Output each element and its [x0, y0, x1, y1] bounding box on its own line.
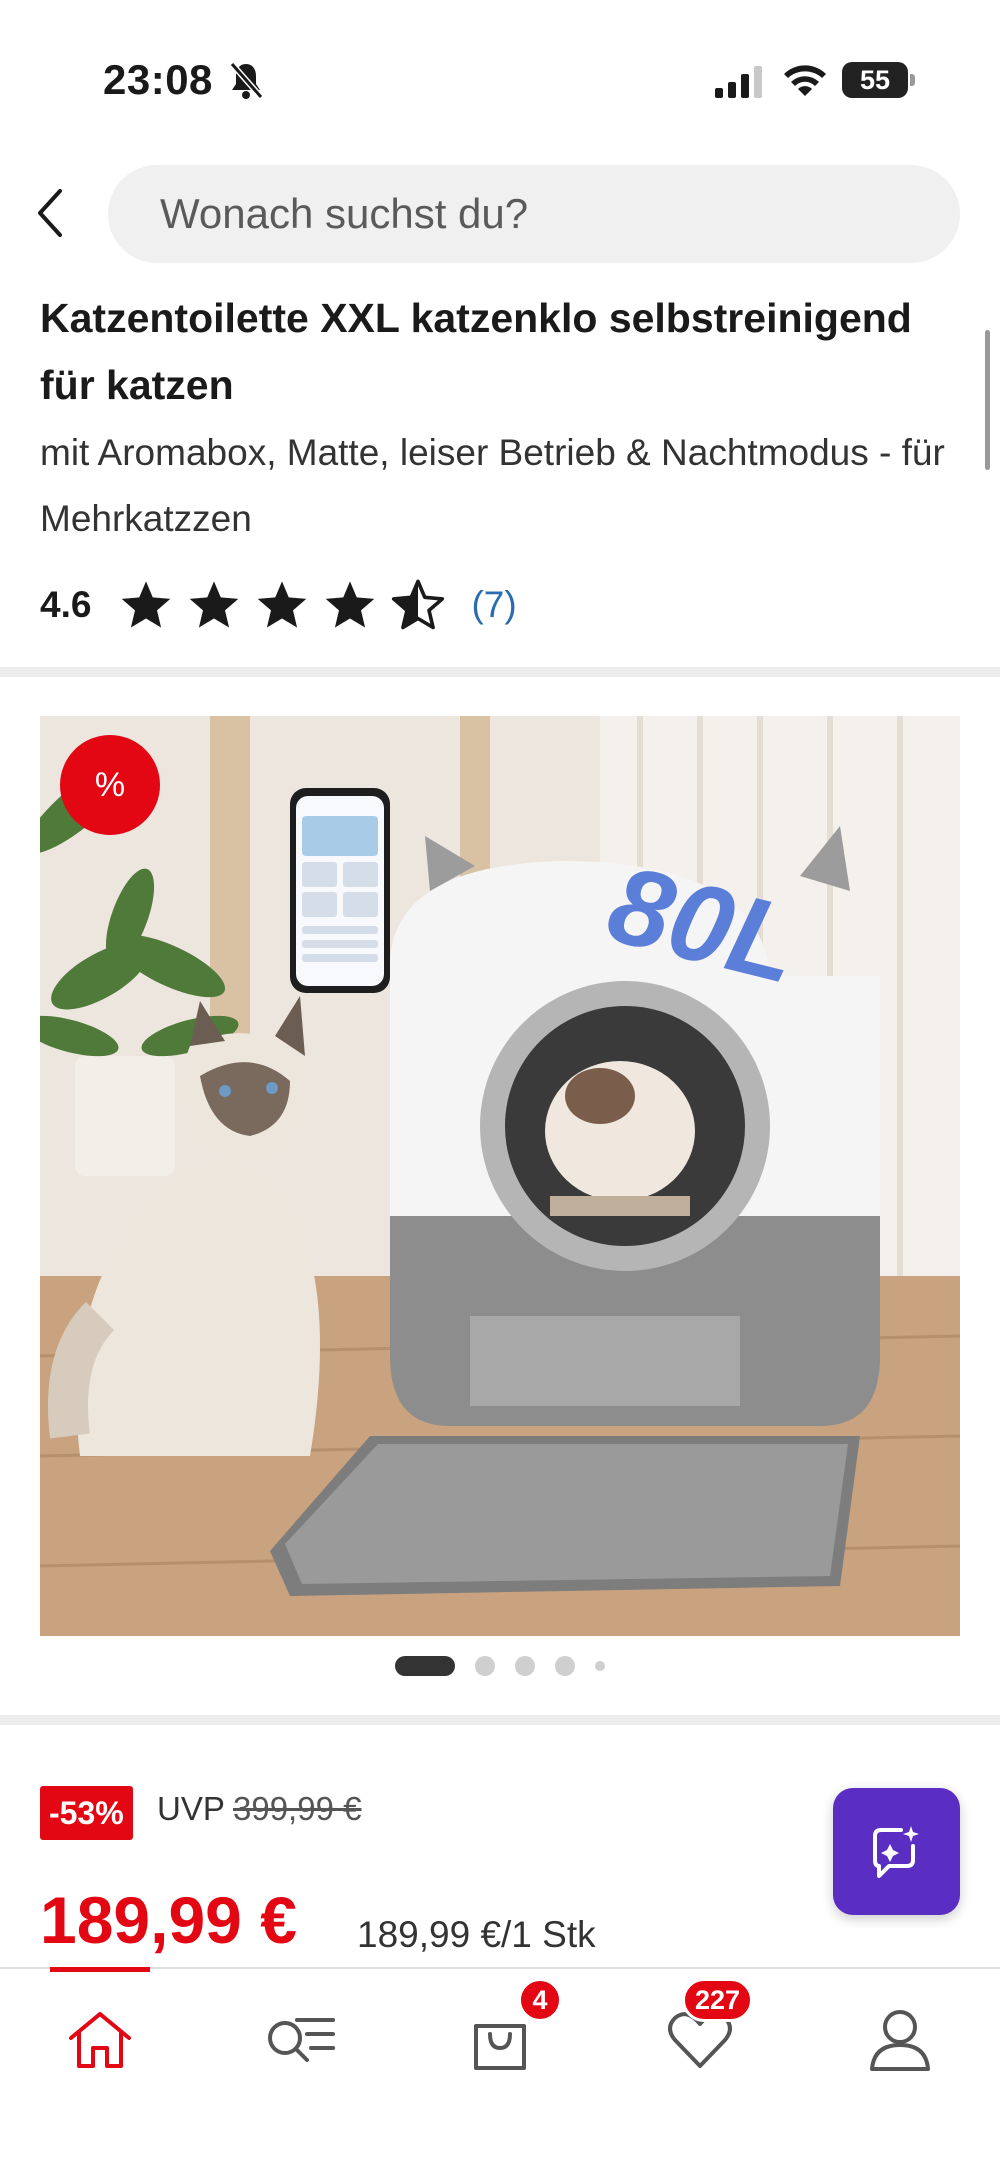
nav-account[interactable]	[860, 2000, 940, 2080]
product-title: Katzentoilette XXL katzenklo selbstreini…	[40, 295, 912, 408]
user-icon	[870, 2010, 930, 2071]
carousel-dot[interactable]	[475, 1656, 495, 1676]
wishlist-count-badge: 227	[682, 1978, 754, 2022]
status-time: 23:08	[103, 56, 213, 103]
nav-home[interactable]	[60, 2000, 140, 2080]
search-bar[interactable]	[108, 165, 960, 263]
current-price: 189,99 €	[40, 1883, 297, 1957]
review-count-link[interactable]: (7)	[471, 584, 516, 626]
scroll-indicator	[985, 330, 990, 470]
star-full-icon	[190, 581, 239, 628]
back-chevron-icon[interactable]	[32, 185, 68, 241]
litter-box-photo: 80L	[40, 716, 960, 1636]
discount-badge: -53%	[40, 1786, 133, 1840]
product-subtitle: mit Aromabox, Matte, leiser Betrieb & Na…	[40, 432, 945, 539]
search-list-icon	[268, 2018, 335, 2062]
active-tab-indicator	[50, 1967, 150, 1972]
search-input[interactable]	[160, 190, 960, 238]
star-rating	[119, 578, 445, 632]
carousel-dot[interactable]	[515, 1656, 535, 1676]
star-full-icon	[122, 581, 171, 628]
carousel-dot[interactable]	[395, 1656, 455, 1676]
section-divider	[0, 1715, 1000, 1725]
cell-signal-icon	[715, 66, 762, 98]
star-full-icon	[326, 581, 375, 628]
chat-sparkle-icon	[872, 1825, 919, 1878]
cart-count-badge: 4	[518, 1978, 562, 2022]
status-bar: 23:08 55	[0, 0, 1000, 160]
shopping-bag-icon	[474, 2024, 526, 2070]
bell-muted-icon	[229, 62, 264, 99]
rating-row[interactable]: 4.6 (7)	[40, 575, 517, 635]
carousel-dot[interactable]	[595, 1661, 605, 1671]
home-icon	[69, 2012, 131, 2068]
unit-price: 189,99 €/1 Stk	[357, 1914, 596, 1955]
carousel-dot[interactable]	[555, 1656, 575, 1676]
ai-assistant-button[interactable]	[833, 1788, 960, 1915]
star-half-icon	[392, 579, 445, 630]
uvp-label: UVP	[157, 1790, 225, 1827]
section-divider	[0, 667, 1000, 677]
product-image[interactable]: 80L	[40, 716, 960, 1636]
star-full-icon	[258, 581, 307, 628]
nav-categories[interactable]	[260, 2000, 340, 2080]
image-carousel-dots[interactable]	[0, 1656, 1000, 1676]
battery-indicator: 55	[842, 62, 915, 98]
discount-percent-badge: %	[60, 735, 160, 835]
wifi-icon	[784, 65, 826, 96]
rating-value: 4.6	[40, 584, 92, 625]
uvp-price: 399,99 €	[233, 1790, 362, 1827]
